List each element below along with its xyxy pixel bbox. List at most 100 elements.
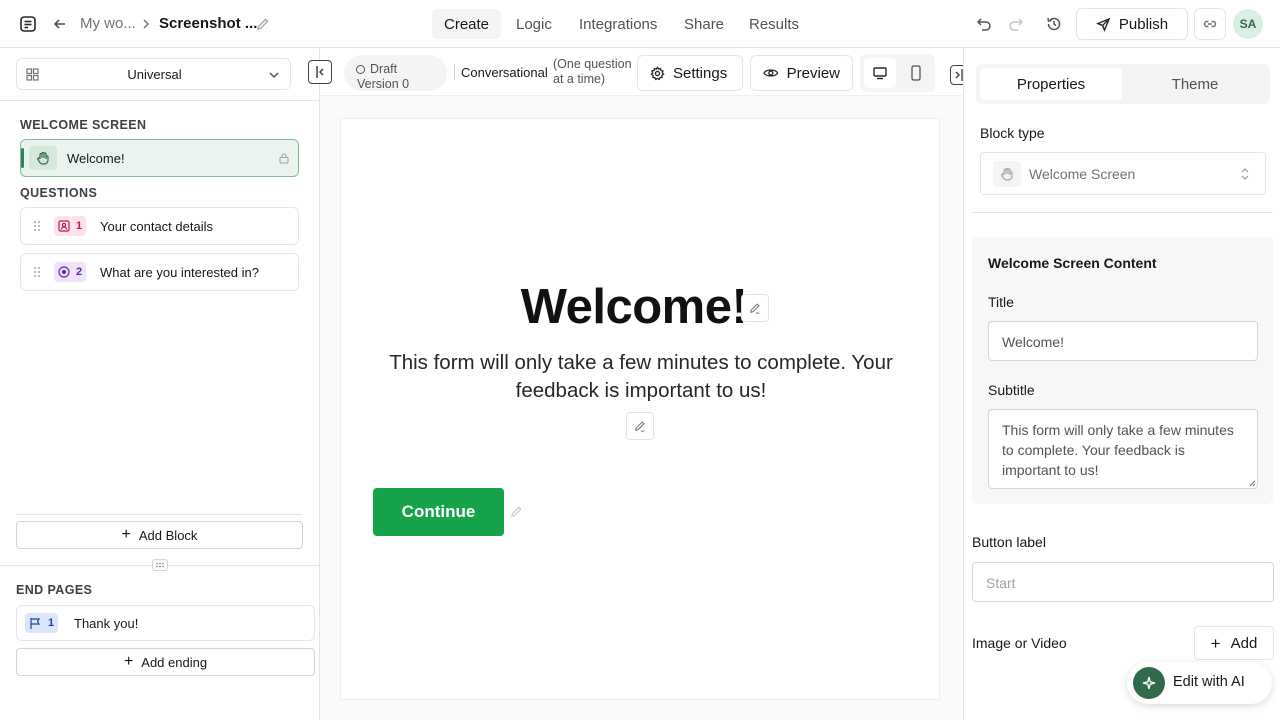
plus-icon: + xyxy=(123,653,134,670)
draft-label: Draft xyxy=(370,62,398,76)
edit-with-ai-button[interactable]: Edit with AI xyxy=(1127,662,1272,704)
subtitle-textarea[interactable]: This form will only take a few minutes t… xyxy=(988,409,1258,489)
breadcrumb-parent[interactable]: My wo... xyxy=(80,15,136,32)
block-type-value: Welcome Screen xyxy=(1029,166,1136,182)
media-label: Image or Video xyxy=(972,635,1067,651)
edit-subtitle-icon[interactable] xyxy=(626,412,654,440)
preview-button[interactable]: Preview xyxy=(750,55,853,91)
edit-button-pencil-icon[interactable] xyxy=(510,505,523,518)
mode-label[interactable]: Conversational xyxy=(461,65,548,80)
button-label-label: Button label xyxy=(972,534,1046,550)
top-header: My wo... Screenshot ... Create Logic Int… xyxy=(0,0,1280,48)
end-page-number: 1 xyxy=(48,617,55,629)
form-subtitle[interactable]: This form will only take a few minutes t… xyxy=(341,349,941,405)
back-arrow-icon[interactable] xyxy=(48,12,72,36)
tab-theme[interactable]: Theme xyxy=(1124,68,1266,100)
add-block-label: Add Block xyxy=(138,527,198,543)
questions-heading: QUESTIONS xyxy=(20,186,98,200)
history-icon[interactable] xyxy=(1042,12,1066,36)
plus-icon: + xyxy=(1210,633,1221,653)
choice-badge: 2 xyxy=(54,262,87,282)
draft-circle-icon xyxy=(356,65,365,74)
settings-label: Settings xyxy=(673,64,728,82)
block-type-select[interactable]: Welcome Screen xyxy=(980,152,1266,195)
tab-logic[interactable]: Logic xyxy=(504,9,564,39)
copy-link-button[interactable] xyxy=(1194,8,1226,40)
hand-icon xyxy=(29,146,57,170)
lock-icon xyxy=(279,153,289,164)
title-label: Title xyxy=(988,294,1014,310)
question-label: What are you interested in? xyxy=(100,265,259,280)
resize-grip-icon[interactable] xyxy=(1249,480,1256,487)
rename-pencil-icon[interactable] xyxy=(251,12,275,36)
tab-integrations[interactable]: Integrations xyxy=(567,9,669,39)
tab-create[interactable]: Create xyxy=(432,9,502,39)
device-toggle xyxy=(860,54,935,92)
question-label: Your contact details xyxy=(100,219,213,234)
form-title[interactable]: Welcome! xyxy=(521,280,748,334)
button-label-input[interactable]: Start xyxy=(972,562,1274,602)
undo-icon[interactable] xyxy=(972,12,996,36)
chevron-down-icon xyxy=(269,72,279,79)
tab-share[interactable]: Share xyxy=(672,9,736,39)
preview-label: Preview xyxy=(786,64,840,82)
question-number: 1 xyxy=(76,220,83,232)
welcome-block-item[interactable]: Welcome! xyxy=(20,139,299,177)
mobile-icon[interactable] xyxy=(900,58,932,88)
welcome-block-label: Welcome! xyxy=(67,151,125,166)
drag-handle-icon[interactable] xyxy=(33,220,41,232)
flag-icon xyxy=(30,617,41,629)
send-icon xyxy=(1095,17,1111,32)
panel-tabs: Properties Theme xyxy=(976,64,1270,104)
divider xyxy=(0,100,319,101)
drag-handle-icon[interactable] xyxy=(33,266,41,278)
draft-status-badge: Draft Version 0 xyxy=(344,55,447,91)
desktop-icon[interactable] xyxy=(864,58,896,88)
form-title-wrap: Welcome! xyxy=(341,279,941,335)
add-ending-label: Add ending xyxy=(141,654,208,670)
tab-properties[interactable]: Properties xyxy=(980,68,1122,100)
resize-handle-icon[interactable] xyxy=(152,559,168,571)
workspace-select[interactable]: Universal xyxy=(16,58,291,90)
breadcrumb-current[interactable]: Screenshot ... xyxy=(159,15,257,32)
settings-button[interactable]: Settings xyxy=(637,55,743,91)
chevron-updown-icon xyxy=(1241,168,1249,180)
edit-title-icon[interactable] xyxy=(741,294,769,322)
redo-icon[interactable] xyxy=(1004,12,1028,36)
question-item[interactable]: 2 What are you interested in? xyxy=(20,253,299,291)
choice-icon xyxy=(58,266,70,278)
add-block-button[interactable]: + Add Block xyxy=(16,521,303,549)
subtitle-label: Subtitle xyxy=(988,382,1035,398)
avatar[interactable]: SA xyxy=(1233,9,1263,39)
end-page-label: Thank you! xyxy=(74,616,139,631)
add-media-button[interactable]: + Add xyxy=(1194,626,1274,660)
publish-button[interactable]: Publish xyxy=(1076,8,1188,40)
tab-results[interactable]: Results xyxy=(737,9,811,39)
draft-version: Version 0 xyxy=(357,77,410,91)
divider xyxy=(16,514,302,515)
divider xyxy=(454,64,455,80)
question-item[interactable]: 1 Your contact details xyxy=(20,207,299,245)
link-icon xyxy=(1203,20,1217,28)
question-number: 2 xyxy=(76,266,83,278)
properties-panel: Properties Theme Block type Welcome Scre… xyxy=(963,48,1280,720)
add-ending-button[interactable]: + Add ending xyxy=(16,648,315,676)
sparkle-icon xyxy=(1133,667,1165,699)
plus-icon: + xyxy=(121,526,131,543)
form-preview-card: Welcome! This form will only take a few … xyxy=(340,118,940,700)
end-page-item[interactable]: 1 Thank you! xyxy=(16,605,315,641)
form-canvas-area: Draft Version 0 Conversational (One ques… xyxy=(308,48,970,720)
continue-button[interactable]: Continue xyxy=(373,488,504,536)
block-type-label: Block type xyxy=(980,125,1045,141)
forms-logo-icon[interactable] xyxy=(16,12,40,36)
edit-with-ai-label: Edit with AI xyxy=(1173,674,1245,690)
publish-label: Publish xyxy=(1118,15,1169,33)
workspace-select-value: Universal xyxy=(127,67,182,82)
contact-icon xyxy=(58,220,70,232)
end-page-badge: 1 xyxy=(25,613,59,633)
collapse-left-panel-icon[interactable] xyxy=(308,60,332,84)
title-input[interactable]: Welcome! xyxy=(988,321,1258,361)
chevron-right-icon xyxy=(138,12,154,36)
content-heading: Welcome Screen Content xyxy=(988,255,1157,271)
contact-badge: 1 xyxy=(54,216,87,236)
